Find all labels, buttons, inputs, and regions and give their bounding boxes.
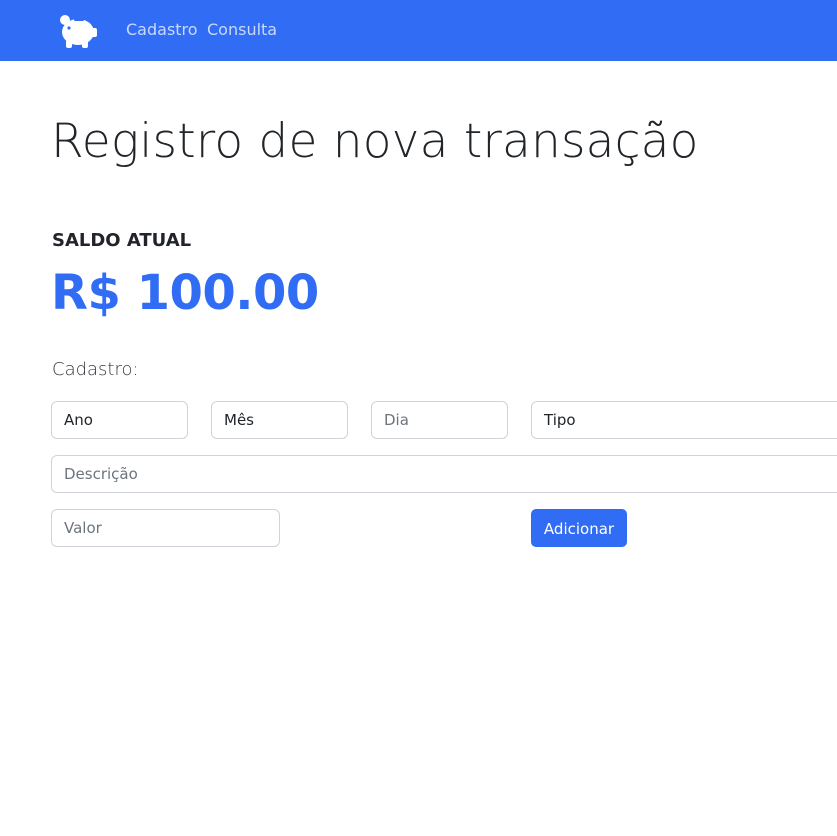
page-title: Registro de nova transação: [51, 114, 699, 169]
nav-link-cadastro[interactable]: Cadastro: [126, 20, 198, 40]
description-input[interactable]: Descrição: [51, 455, 837, 493]
form-section-label: Cadastro:: [52, 359, 139, 380]
piggy-bank-icon[interactable]: [56, 12, 100, 50]
year-select[interactable]: Ano: [51, 401, 188, 439]
nav-link-consulta[interactable]: Consulta: [207, 20, 277, 40]
type-select[interactable]: Tipo: [531, 401, 837, 439]
month-select[interactable]: Mês: [211, 401, 348, 439]
add-button[interactable]: Adicionar: [531, 509, 627, 547]
balance-label: SALDO ATUAL: [52, 230, 192, 251]
day-input[interactable]: Dia: [371, 401, 508, 439]
navbar: Cadastro Consulta: [0, 0, 837, 61]
amount-input[interactable]: Valor: [51, 509, 280, 547]
balance-value: R$ 100.00: [51, 265, 319, 321]
